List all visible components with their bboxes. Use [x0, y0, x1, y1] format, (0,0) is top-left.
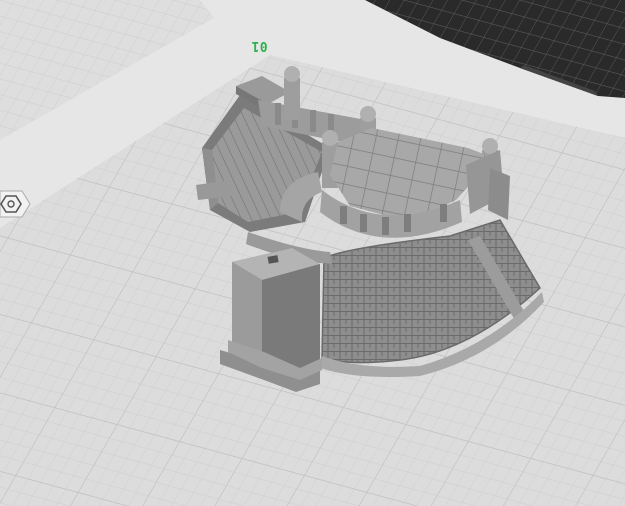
build-plate-scene[interactable]: [0, 0, 625, 506]
plate-number-label: 01: [251, 38, 268, 53]
3d-viewport[interactable]: 01: [0, 0, 625, 506]
